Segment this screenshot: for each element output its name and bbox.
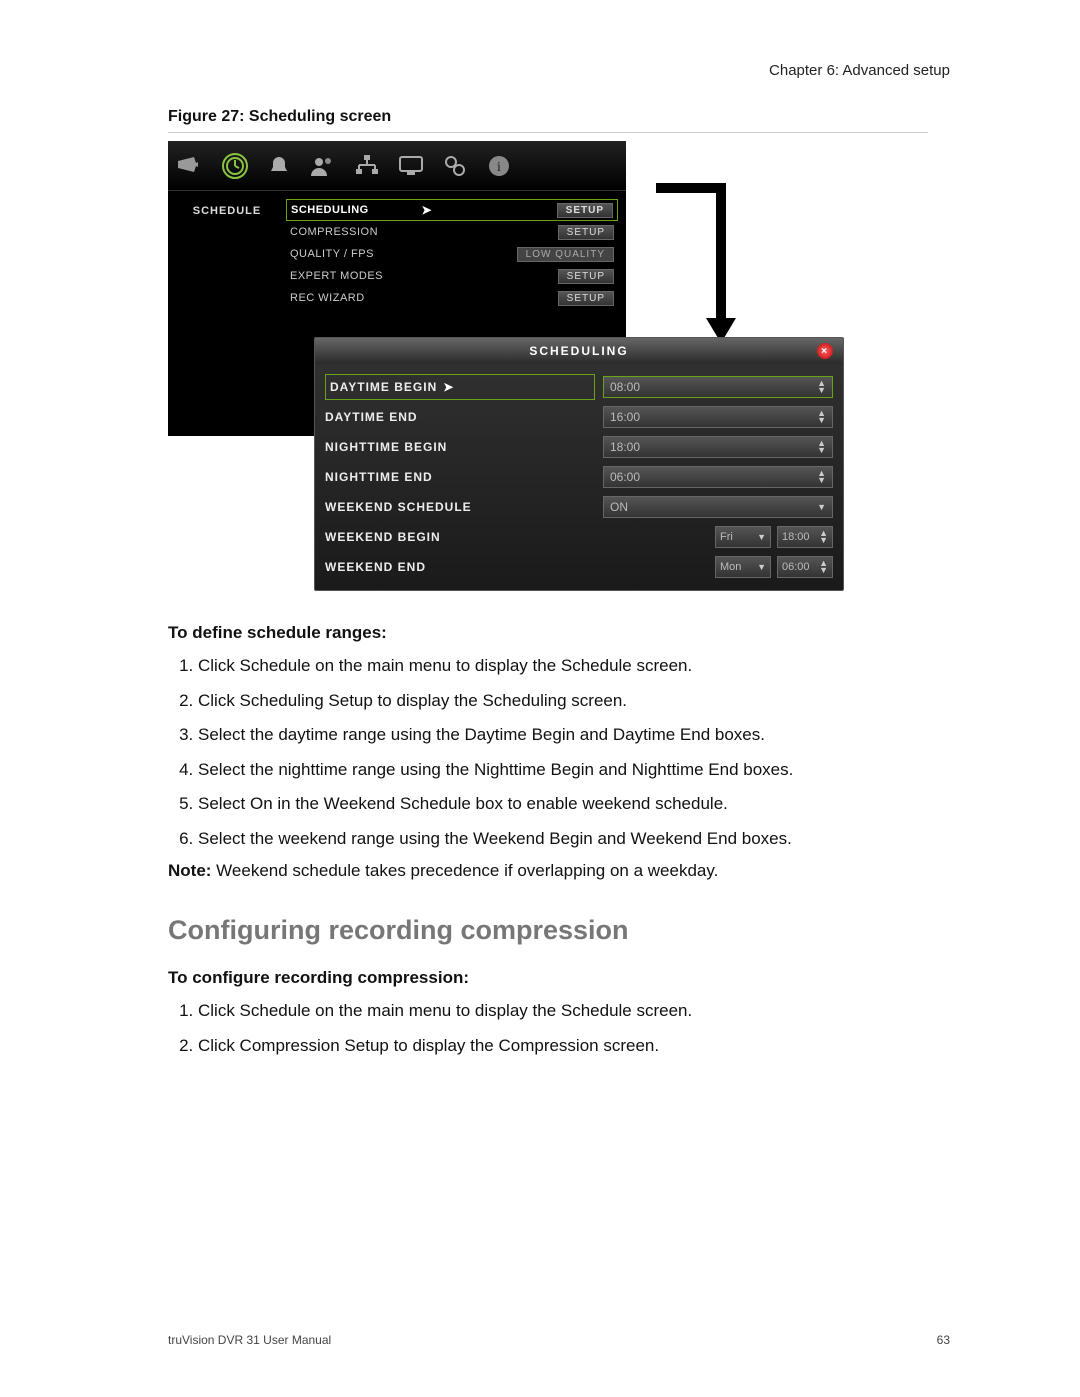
chapter-header: Chapter 6: Advanced setup xyxy=(769,62,950,79)
menu-row-expert[interactable]: EXPERT MODES SETUP xyxy=(286,265,618,287)
time-value: 16:00 xyxy=(610,410,640,424)
day-field[interactable]: Fri ▼ xyxy=(715,526,771,548)
row-label: NIGHTTIME END xyxy=(325,470,433,484)
menu-row-compression[interactable]: COMPRESSION SETUP xyxy=(286,221,618,243)
day-field[interactable]: Mon ▼ xyxy=(715,556,771,578)
users-icon[interactable] xyxy=(310,153,336,179)
arrow-annotation xyxy=(656,183,726,343)
row-label: DAYTIME BEGIN xyxy=(330,380,437,394)
time-value: 18:00 xyxy=(610,440,640,454)
scheduling-popup: SCHEDULING × DAYTIME BEGIN ➤ 08:00 ▲▼ DA… xyxy=(314,337,844,591)
day-value: Fri xyxy=(720,531,733,543)
dropdown-icon[interactable]: ▼ xyxy=(757,564,766,571)
cursor-icon: ➤ xyxy=(443,380,454,394)
sidebar-item-schedule[interactable]: SCHEDULE xyxy=(168,201,286,221)
day-value: Mon xyxy=(720,561,741,573)
row-weekend-end: WEEKEND END Mon ▼ 06:00 ▲▼ xyxy=(325,552,833,582)
row-nighttime-begin: NIGHTTIME BEGIN 18:00 ▲▼ xyxy=(325,432,833,462)
menu-label: REC WIZARD xyxy=(290,292,558,304)
row-weekend-schedule: WEEKEND SCHEDULE ON ▼ xyxy=(325,492,833,522)
svg-text:i: i xyxy=(497,160,501,175)
time-value: 06:00 xyxy=(610,470,640,484)
footer-left: truVision DVR 31 User Manual xyxy=(168,1333,331,1347)
steps-list: Click Schedule on the main menu to displ… xyxy=(198,998,928,1058)
list-item: Click Schedule on the main menu to displ… xyxy=(198,653,928,679)
close-icon[interactable]: × xyxy=(817,343,833,359)
popup-titlebar: SCHEDULING × xyxy=(315,338,843,364)
camera-icon[interactable] xyxy=(178,153,204,179)
menu-label: COMPRESSION xyxy=(290,226,558,238)
row-daytime-end: DAYTIME END 16:00 ▲▼ xyxy=(325,402,833,432)
list-item: Click Scheduling Setup to display the Sc… xyxy=(198,688,928,714)
gear-icon[interactable] xyxy=(442,153,468,179)
dvr-top-iconbar: i xyxy=(168,141,626,191)
row-daytime-begin: DAYTIME BEGIN ➤ 08:00 ▲▼ xyxy=(325,372,833,402)
note-paragraph: Note: Weekend schedule takes precedence … xyxy=(168,861,928,881)
figure-caption: Figure 27: Scheduling screen xyxy=(168,108,928,133)
monitor-icon[interactable] xyxy=(398,153,424,179)
dropdown-icon[interactable]: ▼ xyxy=(757,534,766,541)
spinner-icon[interactable]: ▲▼ xyxy=(817,380,826,394)
time-field[interactable]: 06:00 ▲▼ xyxy=(603,466,833,488)
list-item: Select On in the Weekend Schedule box to… xyxy=(198,791,928,817)
info-icon[interactable]: i xyxy=(486,153,512,179)
setup-button[interactable]: SETUP xyxy=(558,225,614,240)
h2-heading: Configuring recording compression xyxy=(168,915,928,946)
row-label: NIGHTTIME BEGIN xyxy=(325,440,447,454)
list-item: Select the weekend range using the Weeke… xyxy=(198,826,928,852)
list-item: Select the daytime range using the Dayti… xyxy=(198,722,928,748)
menu-label: QUALITY / FPS xyxy=(290,248,517,260)
menu-row-scheduling[interactable]: SCHEDULING ➤ SETUP xyxy=(286,199,618,221)
section-heading: To define schedule ranges: xyxy=(168,623,928,643)
row-label: WEEKEND SCHEDULE xyxy=(325,500,472,514)
list-item: Click Schedule on the main menu to displ… xyxy=(198,998,928,1024)
toggle-field[interactable]: ON ▼ xyxy=(603,496,833,518)
clock-icon[interactable] xyxy=(222,153,248,179)
page-footer: truVision DVR 31 User Manual 63 xyxy=(168,1333,950,1347)
time-field[interactable]: 16:00 ▲▼ xyxy=(603,406,833,428)
spinner-icon[interactable]: ▲▼ xyxy=(819,530,828,544)
cursor-icon: ➤ xyxy=(422,203,433,217)
section-heading: To configure recording compression: xyxy=(168,968,928,988)
dvr-sidebar: SCHEDULE xyxy=(168,191,286,309)
spinner-icon[interactable]: ▲▼ xyxy=(819,560,828,574)
time-field[interactable]: 18:00 ▲▼ xyxy=(603,436,833,458)
spinner-icon[interactable]: ▲▼ xyxy=(817,410,826,424)
time-value: 08:00 xyxy=(610,380,640,394)
list-item: Click Compression Setup to display the C… xyxy=(198,1033,928,1059)
row-nighttime-end: NIGHTTIME END 06:00 ▲▼ xyxy=(325,462,833,492)
steps-list: Click Schedule on the main menu to displ… xyxy=(198,653,928,851)
network-icon[interactable] xyxy=(354,153,380,179)
toggle-value: ON xyxy=(610,500,628,514)
time-field[interactable]: 06:00 ▲▼ xyxy=(777,556,833,578)
setup-button[interactable]: SETUP xyxy=(558,291,614,306)
spinner-icon[interactable]: ▲▼ xyxy=(817,440,826,454)
note-text: Weekend schedule takes precedence if ove… xyxy=(211,861,718,880)
menu-label: SCHEDULING xyxy=(291,204,416,216)
list-item: Select the nighttime range using the Nig… xyxy=(198,757,928,783)
quality-dropdown[interactable]: LOW QUALITY xyxy=(517,247,614,262)
bell-icon[interactable] xyxy=(266,153,292,179)
time-field[interactable]: 08:00 ▲▼ xyxy=(603,376,833,398)
time-value: 18:00 xyxy=(782,531,810,543)
note-label: Note: xyxy=(168,861,211,880)
popup-title-text: SCHEDULING xyxy=(529,344,628,358)
setup-button[interactable]: SETUP xyxy=(557,203,613,218)
footer-page-number: 63 xyxy=(937,1333,950,1347)
time-value: 06:00 xyxy=(782,561,810,573)
setup-button[interactable]: SETUP xyxy=(558,269,614,284)
menu-label: EXPERT MODES xyxy=(290,270,558,282)
row-label: WEEKEND END xyxy=(325,560,426,574)
row-weekend-begin: WEEKEND BEGIN Fri ▼ 18:00 ▲▼ xyxy=(325,522,833,552)
dropdown-icon[interactable]: ▼ xyxy=(817,504,826,511)
menu-row-recwizard[interactable]: REC WIZARD SETUP xyxy=(286,287,618,309)
row-label: WEEKEND BEGIN xyxy=(325,530,441,544)
row-label: DAYTIME END xyxy=(325,410,418,424)
menu-row-quality[interactable]: QUALITY / FPS LOW QUALITY xyxy=(286,243,618,265)
spinner-icon[interactable]: ▲▼ xyxy=(817,470,826,484)
time-field[interactable]: 18:00 ▲▼ xyxy=(777,526,833,548)
figure-27: i SCHEDULE SCHEDULING ➤ SETUP COMPRESSIO… xyxy=(168,141,848,601)
